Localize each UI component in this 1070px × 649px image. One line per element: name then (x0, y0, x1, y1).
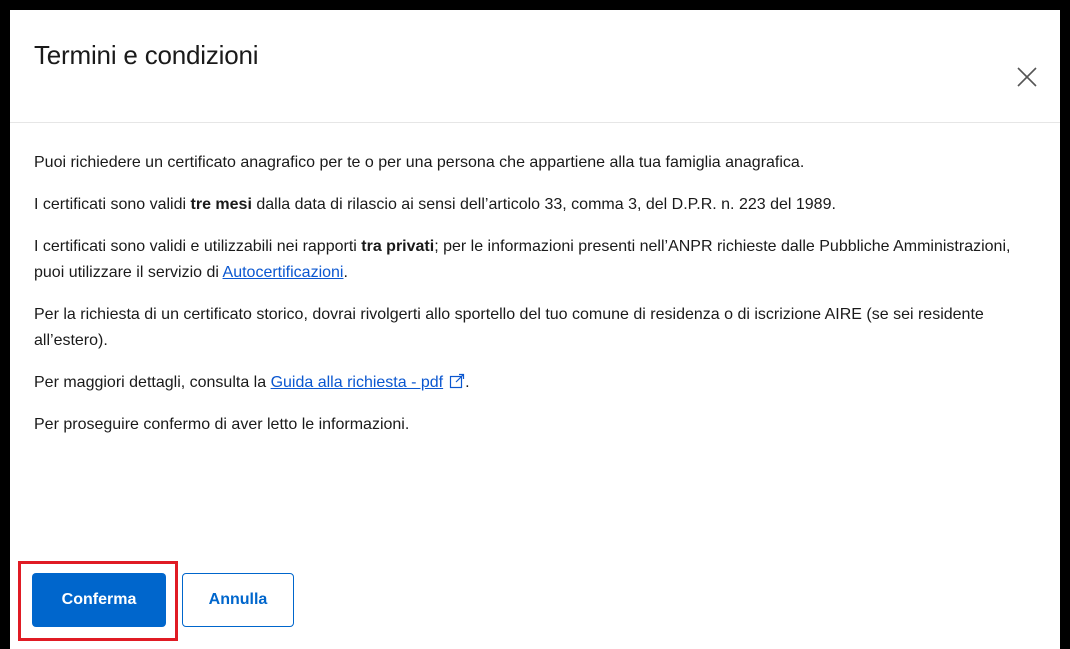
frame-border-right (1060, 0, 1070, 649)
external-link-icon[interactable] (449, 373, 465, 389)
paragraph-6: Per proseguire confermo di aver letto le… (34, 412, 1044, 438)
terms-modal: Termini e condizioni Puoi richiedere un … (10, 10, 1060, 649)
paragraph-5-text-pre: Per maggiori dettagli, consulta la (34, 374, 271, 391)
paragraph-3: I certificati sono validi e utilizzabili… (34, 234, 1044, 286)
paragraph-6-text: Per proseguire confermo di aver letto le… (34, 416, 410, 433)
confirm-button[interactable]: Conferma (32, 573, 166, 627)
close-button[interactable] (1012, 62, 1042, 92)
paragraph-3-text-post: . (343, 264, 348, 281)
paragraph-5: Per maggiori dettagli, consulta la Guida… (34, 370, 1044, 396)
validity-period: tre mesi (190, 196, 252, 213)
paragraph-5-text-post: . (465, 374, 470, 391)
autocertificazioni-link[interactable]: Autocertificazioni (223, 264, 344, 281)
paragraph-1: Puoi richiedere un certificato anagrafic… (34, 150, 1044, 176)
modal-body: Puoi richiedere un certificato anagrafic… (34, 150, 1044, 454)
paragraph-2-text-post: dalla data di rilascio ai sensi dell’art… (251, 196, 836, 213)
header-divider (10, 122, 1060, 123)
paragraph-4: Per la richiesta di un certificato stori… (34, 302, 1044, 354)
frame-border-top (0, 0, 1070, 10)
guida-richiesta-link[interactable]: Guida alla richiesta - pdf (271, 374, 444, 391)
close-icon (1017, 67, 1037, 87)
screenshot-frame: Termini e condizioni Puoi richiedere un … (0, 0, 1070, 649)
paragraph-2: I certificati sono validi tre mesi dalla… (34, 192, 1044, 218)
paragraph-1-text: Puoi richiedere un certificato anagrafic… (34, 154, 805, 171)
modal-title: Termini e condizioni (34, 40, 259, 70)
cancel-button[interactable]: Annulla (182, 573, 294, 627)
paragraph-2-text-pre: I certificati sono validi (34, 196, 191, 213)
frame-border-left (0, 0, 10, 649)
paragraph-3-text-pre: I certificati sono validi e utilizzabili… (34, 238, 362, 255)
paragraph-4-text: Per la richiesta di un certificato stori… (34, 306, 984, 349)
private-use-label: tra privati (361, 238, 435, 255)
